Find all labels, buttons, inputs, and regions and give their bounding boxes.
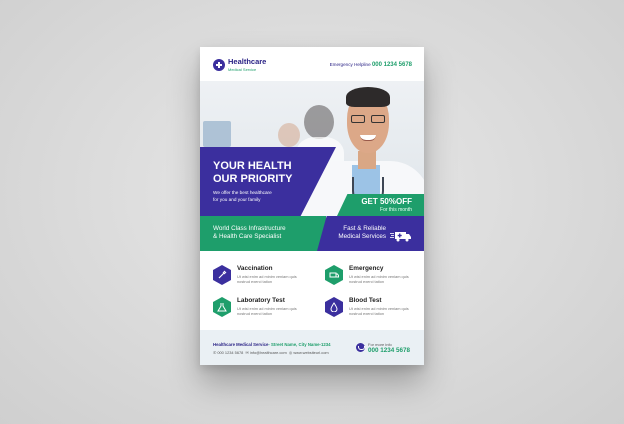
service-title: Emergency — [349, 265, 384, 272]
footer-website: www.websiteurl.com — [293, 350, 329, 355]
blood-drop-icon — [325, 297, 343, 317]
headline: YOUR HEALTH OUR PRIORITY — [213, 160, 293, 185]
ambulance-icon — [390, 232, 411, 242]
syringe-icon — [213, 265, 231, 285]
info-icon — [356, 343, 365, 352]
ambulance-icon — [325, 265, 343, 285]
service-title: Vaccination — [237, 265, 273, 272]
more-info-phone: 000 1234 5678 — [368, 347, 411, 354]
helpline-label: Emergency Helpline — [329, 62, 371, 67]
headline-subtitle: We offer the best healthcare for you and… — [213, 190, 272, 202]
service-item-emergency: Emergency Ut wisi enim ad minim veniam q… — [325, 265, 424, 289]
email-icon: ✉ — [245, 350, 249, 355]
offer-main: GET 50%OFF — [361, 197, 412, 206]
emergency-helpline: Emergency Helpline 000 1234 5678 — [330, 62, 412, 68]
services-text: Fast & Reliable Medical Services — [338, 225, 386, 240]
footer-contacts: ✆ 000 1234 5678 ✉ info@healthcare.com ◎ … — [213, 350, 329, 355]
service-item-vaccination: Vaccination Ut wisi enim ad minim veniam… — [213, 265, 313, 289]
service-title: Laboratory Test — [237, 297, 285, 304]
service-description: Ut wisi enim ad minim veniam quis nostru… — [349, 274, 409, 285]
service-description: Ut wisi enim ad minim veniam quis nostru… — [349, 306, 409, 317]
footer-email: info@healthcare.com — [249, 350, 287, 355]
infrastructure-text: World Class Infrastructure & Health Care… — [213, 225, 286, 240]
glasses — [351, 115, 385, 123]
brand-subtitle: Medical Service — [228, 67, 257, 72]
phone-icon: ✆ — [213, 350, 217, 355]
service-description: Ut wisi enim ad minim veniam quis nostru… — [237, 306, 297, 317]
globe-icon: ◎ — [288, 350, 293, 355]
service-title: Blood Test — [349, 297, 382, 304]
service-item-laboratory-test: Laboratory Test Ut wisi enim ad minim ve… — [213, 297, 313, 321]
brand-name: Healthcare — [228, 57, 267, 66]
footer-organization: Healthcare Medical Service- Street Name,… — [213, 342, 331, 347]
helpline-number: 000 1234 5678 — [371, 62, 412, 68]
offer-sub: For this month — [380, 207, 412, 213]
medical-cross-icon — [213, 59, 225, 71]
footer-phone: 000 1234 5678 — [217, 350, 244, 355]
service-description: Ut wisi enim ad minim veniam quis nostru… — [237, 274, 297, 285]
service-item-blood-test: Blood Test Ut wisi enim ad minim veniam … — [325, 297, 424, 321]
flask-icon — [213, 297, 231, 317]
flyer: Healthcare Medical Service Emergency Hel… — [200, 47, 424, 365]
